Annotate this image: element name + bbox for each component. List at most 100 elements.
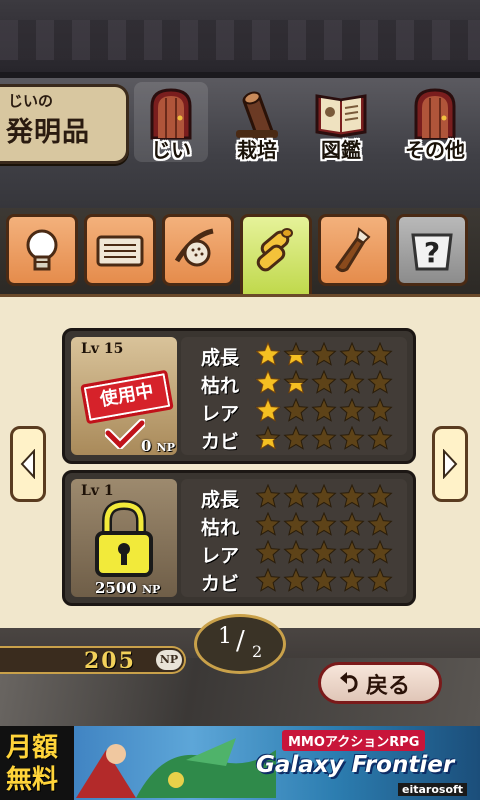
star-empty bbox=[367, 484, 393, 508]
star-empty bbox=[367, 426, 393, 450]
stat-row: 枯れ bbox=[181, 369, 407, 397]
ad-subtitle: MMOアクションRPG bbox=[282, 730, 426, 751]
nav-zukan[interactable]: 図鑑 bbox=[300, 82, 382, 162]
book-icon bbox=[315, 94, 367, 138]
stat-label: レア bbox=[201, 545, 240, 567]
star-empty bbox=[255, 568, 281, 592]
star-empty bbox=[311, 484, 337, 508]
ad-left-text: 月額無料 bbox=[6, 733, 59, 795]
nav-label: その他 bbox=[405, 138, 465, 162]
star-empty bbox=[255, 512, 281, 536]
star-empty bbox=[339, 484, 365, 508]
in-use-stamp: 使用中 bbox=[80, 369, 174, 425]
item-cost: 2500 NP bbox=[95, 579, 160, 597]
star-empty bbox=[283, 484, 309, 508]
item-card[interactable]: Lv 1 2500 NP 成長 枯れ レア カビ bbox=[62, 470, 416, 606]
stat-row: 成長 bbox=[181, 483, 407, 511]
star-empty bbox=[339, 540, 365, 564]
item-cost: 0 NP bbox=[141, 437, 175, 455]
star-empty bbox=[367, 540, 393, 564]
page-total: 2 bbox=[252, 642, 263, 661]
star-empty bbox=[367, 342, 393, 366]
cost-value: 2500 bbox=[95, 579, 137, 597]
star-empty bbox=[311, 426, 337, 450]
question-icon: ? bbox=[411, 233, 453, 271]
item-stats: 成長 枯れ レア カビ bbox=[181, 479, 407, 597]
category-tab-lightbulb[interactable] bbox=[6, 214, 78, 286]
star-empty bbox=[283, 398, 309, 422]
category-tab-heater[interactable] bbox=[84, 214, 156, 286]
star-empty bbox=[283, 540, 309, 564]
nav-label: 図鑑 bbox=[321, 138, 361, 162]
star-empty bbox=[311, 568, 337, 592]
star-rating bbox=[255, 398, 393, 422]
chevron-right-icon bbox=[443, 449, 458, 479]
star-empty bbox=[283, 512, 309, 536]
prev-page-button[interactable] bbox=[10, 426, 46, 502]
next-page-button[interactable] bbox=[432, 426, 468, 502]
category-tab-shower[interactable] bbox=[162, 214, 234, 286]
star-rating bbox=[255, 540, 393, 564]
stat-label: 枯れ bbox=[201, 517, 240, 539]
item-level: Lv 15 bbox=[81, 341, 124, 357]
stat-label: 成長 bbox=[201, 347, 240, 369]
star-empty bbox=[339, 398, 365, 422]
star-filled bbox=[256, 370, 280, 394]
star-empty bbox=[311, 398, 337, 422]
nav-jii[interactable]: じい bbox=[130, 82, 212, 162]
star-empty bbox=[255, 426, 281, 450]
star-empty bbox=[339, 426, 365, 450]
star-empty bbox=[255, 484, 281, 508]
category-tab-bottle[interactable] bbox=[318, 214, 390, 286]
star-empty bbox=[339, 512, 365, 536]
stat-label: レア bbox=[201, 403, 240, 425]
bottle-icon bbox=[335, 227, 371, 273]
category-tab-firewood[interactable] bbox=[240, 214, 312, 296]
star-empty bbox=[339, 370, 365, 394]
shower-icon bbox=[174, 228, 214, 267]
back-button-label: 戻る bbox=[366, 673, 411, 699]
stat-row: カビ bbox=[181, 567, 407, 595]
star-rating bbox=[255, 426, 393, 450]
star-rating bbox=[255, 568, 393, 592]
stat-label: カビ bbox=[201, 573, 240, 595]
stat-label: 枯れ bbox=[201, 375, 240, 397]
star-empty bbox=[367, 512, 393, 536]
star-empty bbox=[311, 370, 337, 394]
item-stats: 成長 枯れ レア カビ bbox=[181, 337, 407, 455]
star-filled bbox=[256, 342, 280, 366]
star-empty bbox=[339, 568, 365, 592]
nav-label: 栽培 bbox=[237, 138, 277, 162]
stat-row: 枯れ bbox=[181, 511, 407, 539]
ad-brand: eitarosoft bbox=[398, 783, 468, 796]
page-current: 1 bbox=[218, 624, 232, 649]
star-rating bbox=[255, 512, 393, 536]
nav-other[interactable]: その他 bbox=[394, 82, 476, 162]
nav-saibai[interactable]: 栽培 bbox=[216, 82, 298, 162]
page-title: 発明品 bbox=[6, 117, 90, 148]
star-filled bbox=[256, 398, 280, 422]
np-unit-badge: NP bbox=[156, 650, 182, 670]
star-empty bbox=[255, 540, 281, 564]
star-empty bbox=[311, 512, 337, 536]
lightbulb-icon bbox=[26, 229, 58, 271]
checkmark-icon bbox=[105, 419, 145, 449]
star-empty bbox=[367, 568, 393, 592]
firewood-icon bbox=[256, 228, 293, 272]
star-rating bbox=[255, 484, 393, 508]
nav-label: じい bbox=[151, 138, 191, 162]
heater-icon bbox=[96, 235, 144, 267]
np-balance: 205 bbox=[84, 648, 136, 674]
ad-artwork bbox=[76, 738, 276, 798]
stat-label: 成長 bbox=[201, 489, 240, 511]
stat-label: カビ bbox=[201, 431, 240, 453]
star-empty bbox=[283, 426, 309, 450]
stat-row: レア bbox=[181, 539, 407, 567]
category-tab-unknown[interactable]: ? bbox=[396, 214, 468, 286]
item-card[interactable]: Lv 15 使用中 0 NP 成長 枯れ レア カビ bbox=[62, 328, 416, 464]
star-empty bbox=[367, 398, 393, 422]
svg-text:?: ? bbox=[424, 236, 440, 269]
star-rating bbox=[255, 342, 393, 366]
door-icon bbox=[150, 88, 192, 140]
star-empty bbox=[367, 370, 393, 394]
